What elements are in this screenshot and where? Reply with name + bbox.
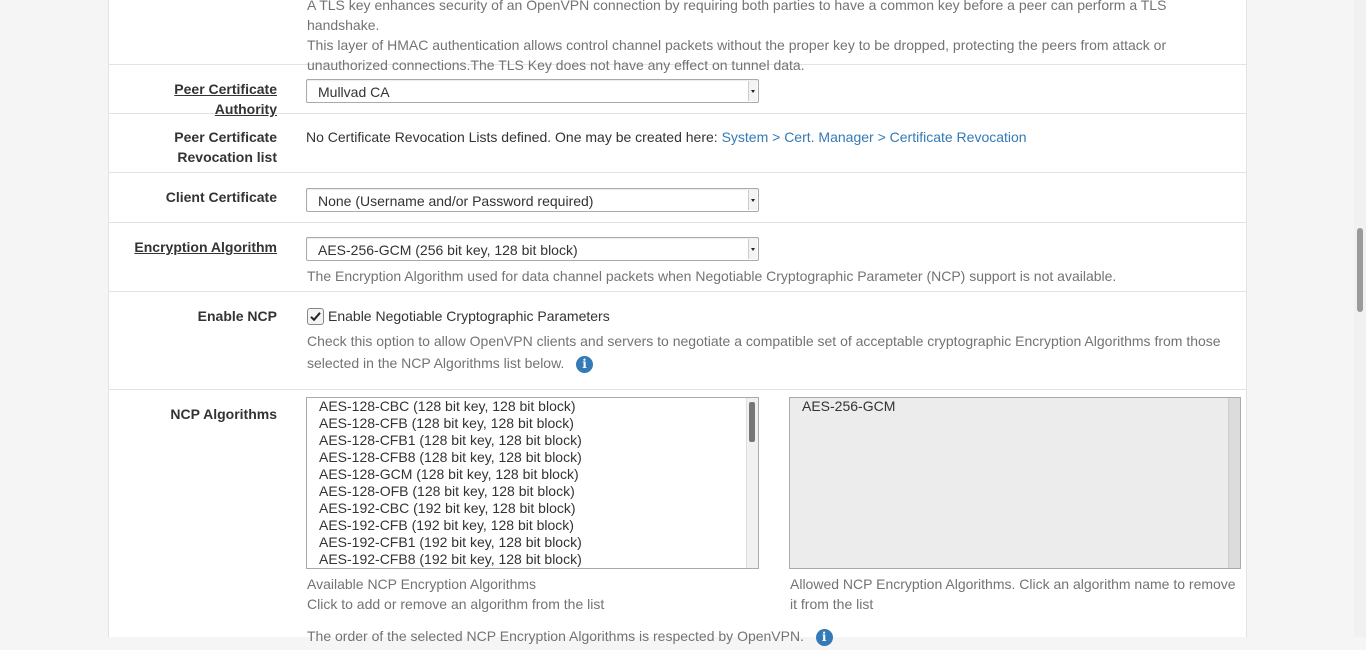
ncp-option[interactable]: AES-128-GCM (128 bit key, 128 bit block) [307, 466, 758, 483]
ncp-option[interactable]: AES-128-OFB (128 bit key, 128 bit block) [307, 483, 758, 500]
peer-ca-row: Peer Certificate Authority Mullvad CA [109, 65, 1246, 117]
enable-ncp-label: Enable NCP [197, 308, 277, 324]
allowed-listbox-scrollbar[interactable] [1228, 398, 1240, 568]
encryption-value: AES-256-GCM (256 bit key, 128 bit block) [318, 242, 578, 258]
peer-ca-value: Mullvad CA [318, 84, 390, 100]
available-ncp-options: AES-128-CBC (128 bit key, 128 bit block)… [307, 398, 758, 568]
info-circle-icon[interactable]: i [575, 355, 593, 373]
ncp-option[interactable]: AES-128-CBC (128 bit key, 128 bit block) [307, 398, 758, 415]
peer-crl-label: Peer Certificate Revocation list [174, 129, 277, 165]
ncp-option[interactable]: AES-192-CFB1 (192 bit key, 128 bit block… [307, 534, 758, 551]
listbox-scroll-thumb[interactable] [749, 402, 755, 442]
openvpn-settings-panel: A TLS key enhances security of an OpenVP… [108, 0, 1247, 646]
peer-crl-text: No Certificate Revocation Lists defined.… [306, 129, 1027, 145]
allowed-ncp-options: AES-256-GCM [790, 398, 1240, 415]
encryption-help: The Encryption Algorithm used for data c… [307, 268, 1117, 284]
ncp-option[interactable]: AES-192-CFB8 (192 bit key, 128 bit block… [307, 551, 758, 568]
listbox-scrollbar[interactable] [746, 398, 758, 568]
ncp-option[interactable]: AES-128-CFB8 (128 bit key, 128 bit block… [307, 449, 758, 466]
page-scroll-thumb[interactable] [1357, 228, 1363, 312]
tls-key-row: A TLS key enhances security of an OpenVP… [109, 0, 1246, 73]
ncp-option[interactable]: AES-192-CFB (192 bit key, 128 bit block) [307, 517, 758, 534]
client-cert-select[interactable]: None (Username and/or Password required) [306, 188, 759, 212]
available-ncp-help: Available NCP Encryption Algorithms Clic… [307, 576, 605, 612]
check-icon [310, 312, 321, 322]
page-scrollbar[interactable] [1354, 0, 1366, 637]
tls-key-help: A TLS key enhances security of an OpenVP… [307, 0, 1167, 73]
enable-ncp-checkbox[interactable] [307, 308, 324, 325]
chevron-down-icon [748, 190, 757, 210]
cert-revocation-link[interactable]: System > Cert. Manager > Certificate Rev… [722, 129, 1027, 145]
ncp-option[interactable]: AES-128-CFB (128 bit key, 128 bit block) [307, 415, 758, 432]
encryption-row: Encryption Algorithm AES-256-GCM (256 bi… [109, 223, 1246, 292]
peer-crl-row: Peer Certificate Revocation list No Cert… [109, 114, 1246, 173]
ncp-order-note: The order of the selected NCP Encryption… [307, 626, 833, 646]
client-cert-row: Client Certificate None (Username and/or… [109, 173, 1246, 223]
chevron-down-icon [748, 239, 757, 259]
ncp-option[interactable]: AES-192-CBC (192 bit key, 128 bit block) [307, 500, 758, 517]
allowed-ncp-listbox[interactable]: AES-256-GCM [789, 397, 1241, 569]
allowed-ncp-help: Allowed NCP Encryption Algorithms. Click… [790, 576, 1236, 612]
available-ncp-listbox[interactable]: AES-128-CBC (128 bit key, 128 bit block)… [306, 397, 759, 569]
ncp-option[interactable]: AES-128-CFB1 (128 bit key, 128 bit block… [307, 432, 758, 449]
chevron-down-icon [748, 81, 757, 101]
client-cert-label: Client Certificate [165, 189, 277, 205]
ncp-option[interactable]: AES-256-GCM [790, 398, 1240, 415]
client-cert-value: None (Username and/or Password required) [318, 193, 594, 209]
encryption-select[interactable]: AES-256-GCM (256 bit key, 128 bit block) [306, 237, 759, 261]
encryption-label: Encryption Algorithm [134, 239, 277, 255]
peer-ca-label: Peer Certificate Authority [174, 81, 277, 117]
peer-ca-select[interactable]: Mullvad CA [306, 79, 759, 103]
enable-ncp-checkbox-label[interactable]: Enable Negotiable Cryptographic Paramete… [328, 306, 610, 326]
ncp-algorithms-label: NCP Algorithms [170, 406, 277, 422]
ncp-algorithms-row: NCP Algorithms AES-128-CBC (128 bit key,… [109, 390, 1246, 650]
info-circle-icon[interactable]: i [815, 628, 833, 646]
enable-ncp-help: Check this option to allow OpenVPN clien… [307, 333, 1221, 373]
enable-ncp-row: Enable NCP Enable Negotiable Cryptograph… [109, 292, 1246, 390]
